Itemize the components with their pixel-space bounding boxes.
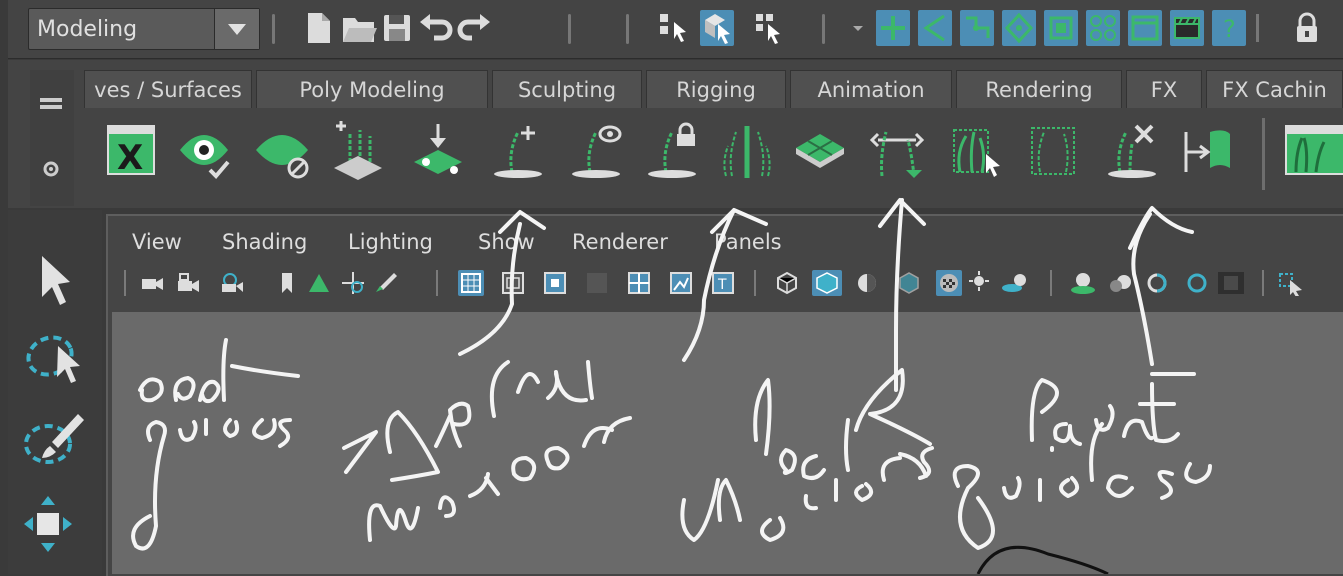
handwriting-arrow-2 [682, 208, 768, 362]
handwriting-circle [976, 545, 1109, 574]
handwriting-paint [952, 378, 1212, 550]
handwriting-overlay [131, 198, 1212, 574]
handwriting-arrow-1 [458, 210, 546, 356]
handwriting-add-guides [131, 338, 300, 551]
handwriting-mirror [342, 360, 632, 542]
handwriting-arrow-3 [878, 198, 926, 392]
handwriting-arrow-4 [1128, 206, 1196, 376]
handwriting-unlock [680, 368, 934, 542]
